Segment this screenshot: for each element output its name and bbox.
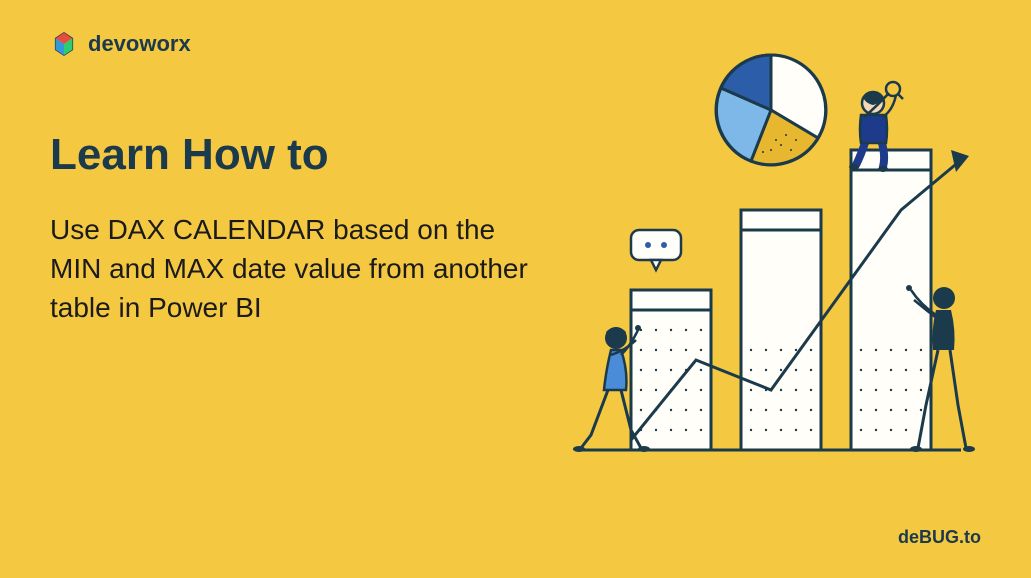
logo-text: devoworx — [88, 31, 191, 57]
main-content: Learn How to Use DAX CALENDAR based on t… — [50, 130, 550, 328]
footer-brand: deBUG.to — [898, 527, 981, 548]
page-heading: Learn How to — [50, 130, 550, 180]
page-subheading: Use DAX CALENDAR based on the MIN and MA… — [50, 210, 550, 328]
illustration — [541, 50, 981, 490]
brand-logo: devoworx — [50, 30, 191, 58]
logo-icon — [50, 30, 78, 58]
